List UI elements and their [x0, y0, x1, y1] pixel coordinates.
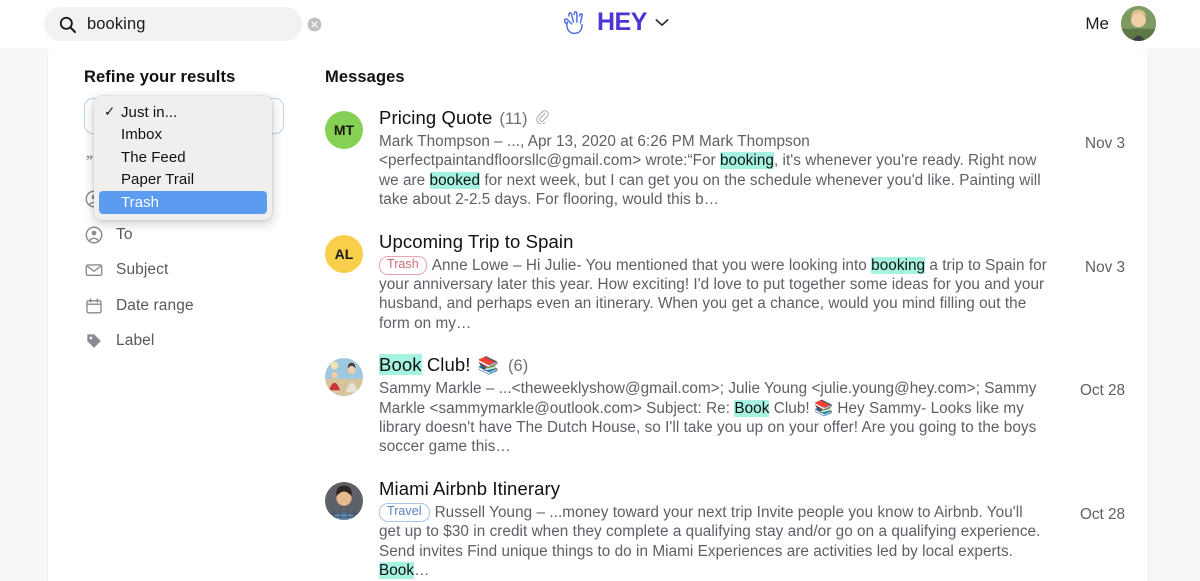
message-subject: Miami Airbnb Itinerary: [379, 478, 560, 500]
dropdown-option-the-feed[interactable]: The Feed: [99, 146, 267, 169]
message-snippet: Mark Thompson – ..., Apr 13, 2020 at 6:2…: [379, 132, 1047, 210]
message-body: Pricing Quote (11) Mark Thompson – ..., Ap…: [379, 107, 1047, 210]
check-icon: ✓: [104, 104, 116, 120]
dropdown-option-paper-trail[interactable]: Paper Trail: [99, 169, 267, 192]
message-avatar[interactable]: AL: [325, 234, 363, 273]
dropdown-option-list: ✓ Just in... Imbox The Feed Paper Trail Trash: [99, 101, 267, 214]
sidebar-item-label[interactable]: Label: [84, 324, 324, 360]
dropdown-option-trash[interactable]: Trash: [99, 191, 267, 214]
message-header: Pricing Quote (11): [379, 107, 1047, 129]
message-header: Upcoming Trip to Spain: [379, 231, 1047, 253]
account-menu[interactable]: Me: [1085, 6, 1156, 41]
avatar-initials: AL: [334, 245, 354, 262]
message-body: Upcoming Trip to Spain Trash Anne Lowe – H…: [379, 231, 1047, 334]
subject-text: Club!: [421, 354, 476, 376]
dropdown-option-label: The Feed: [121, 148, 186, 166]
subject-text: Miami Airbnb Itinerary: [379, 477, 561, 499]
message-body: Miami Airbnb Itinerary Travel Russell Youn…: [379, 478, 1047, 581]
message-avatar[interactable]: MT: [325, 111, 363, 149]
search-icon: [59, 16, 77, 33]
search-bar[interactable]: [44, 7, 322, 41]
page-background-right: [1148, 48, 1200, 581]
message-snippet: Sammy Markle – ...<theweeklyshow@gmail.c…: [379, 379, 1047, 457]
account-label: Me: [1085, 13, 1109, 33]
chevron-down-icon[interactable]: [655, 18, 669, 27]
snippet-text: …: [414, 562, 430, 580]
sidebar-item-label-text: Label: [116, 332, 155, 350]
message-snippet: Trash Anne Lowe – Hi Julie- You mentioned…: [379, 255, 1047, 334]
search-highlight: booking: [871, 256, 926, 274]
dropdown-option-just-in[interactable]: ✓ Just in...: [99, 101, 267, 124]
dropdown-option-label: Paper Trail: [121, 171, 195, 189]
message-date: Nov 3: [1085, 135, 1125, 152]
message-thread-count: (6): [508, 357, 529, 376]
sidebar-item-label: Date range: [116, 296, 194, 314]
emoji-icon: 📚: [477, 356, 500, 376]
clear-icon[interactable]: [307, 17, 322, 32]
subject-text: Upcoming Trip to Spain: [379, 230, 574, 252]
message-subject: Book Club! 📚: [379, 354, 501, 376]
status-badge: Trash: [379, 255, 427, 275]
message-list: MT Pricing Quote (11) Mark Thompson – ..., …: [325, 99, 1125, 581]
message-thread-count: (11): [499, 110, 528, 128]
message-snippet: Travel Russell Young – ...money toward yo…: [379, 502, 1047, 581]
sidebar-item-label: To: [116, 225, 133, 243]
snippet-text: Anne Lowe – Hi Julie- You mentioned that…: [431, 256, 872, 274]
person-icon: [84, 225, 103, 244]
attachment-icon: [535, 109, 549, 125]
search-highlight: Book: [379, 562, 415, 580]
message-avatar[interactable]: [325, 358, 363, 397]
sidebar-item-date-range[interactable]: Date range: [84, 288, 324, 324]
app-root: HEY Me Refine your results: [0, 0, 1200, 581]
dropdown-option-label: Just in...: [121, 103, 178, 121]
calendar-icon: [84, 296, 103, 315]
avatar[interactable]: [1121, 6, 1156, 41]
messages-heading: Messages: [325, 68, 405, 86]
page-background-left: [0, 48, 48, 581]
search-input[interactable]: [87, 14, 307, 34]
sidebar-item-label: Subject: [116, 261, 169, 279]
status-badge: Travel: [379, 502, 430, 522]
search-highlight: Book: [379, 354, 422, 376]
messages-column: Messages MT Pricing Quote (11) Mark Thompso…: [325, 68, 1125, 581]
message-date: Oct 28: [1079, 382, 1125, 400]
message-date: Nov 3: [1085, 258, 1125, 276]
dropdown-option-imbox[interactable]: Imbox: [99, 124, 267, 147]
search-highlight: booked: [429, 171, 481, 189]
message-row[interactable]: Book Club! 📚 (6) Sammy Markle – ...<thewee…: [325, 346, 1125, 470]
message-header: Miami Airbnb Itinerary: [379, 478, 1047, 500]
avatar-image: [1121, 6, 1156, 41]
message-subject: Pricing Quote: [379, 107, 492, 129]
message-avatar[interactable]: [325, 481, 363, 520]
sidebar-item-to[interactable]: To: [84, 217, 324, 253]
top-bar: HEY Me: [0, 0, 1200, 48]
hey-wordmark: HEY: [597, 8, 647, 36]
message-subject: Upcoming Trip to Spain: [379, 231, 574, 253]
avatar-photo: [325, 481, 363, 520]
tag-icon: [84, 332, 103, 351]
message-body: Book Club! 📚 (6) Sammy Markle – ...<thewee…: [379, 354, 1047, 457]
folder-dropdown-menu[interactable]: ✓ Just in... Imbox The Feed Paper Trail Trash: [94, 96, 272, 220]
envelope-icon: [84, 261, 103, 280]
message-row[interactable]: Miami Airbnb Itinerary Travel Russell Youn…: [325, 470, 1125, 581]
message-row[interactable]: AL Upcoming Trip to Spain Trash Anne Lowe –…: [325, 223, 1125, 347]
sidebar-item-subject[interactable]: Subject: [84, 253, 324, 289]
waving-hand-icon: [563, 10, 583, 34]
dropdown-option-label: Imbox: [121, 126, 163, 144]
snippet-text: Russell Young – ...money toward your nex…: [379, 503, 1041, 560]
message-date: Oct 28: [1079, 505, 1125, 523]
message-header: Book Club! 📚 (6): [379, 354, 1047, 376]
search-highlight: Book: [734, 399, 770, 417]
search-highlight: booking: [720, 152, 774, 170]
avatar-initials: MT: [333, 122, 355, 138]
subject-text: Pricing Quote: [379, 107, 493, 128]
avatar-photo: [325, 358, 363, 397]
dropdown-option-label: Trash: [121, 193, 160, 211]
svg-text:”: ”: [86, 155, 93, 169]
hey-logo[interactable]: HEY: [561, 8, 669, 37]
sidebar-title: Refine your results: [84, 68, 236, 86]
message-row[interactable]: MT Pricing Quote (11) Mark Thompson – ..., …: [325, 99, 1125, 223]
